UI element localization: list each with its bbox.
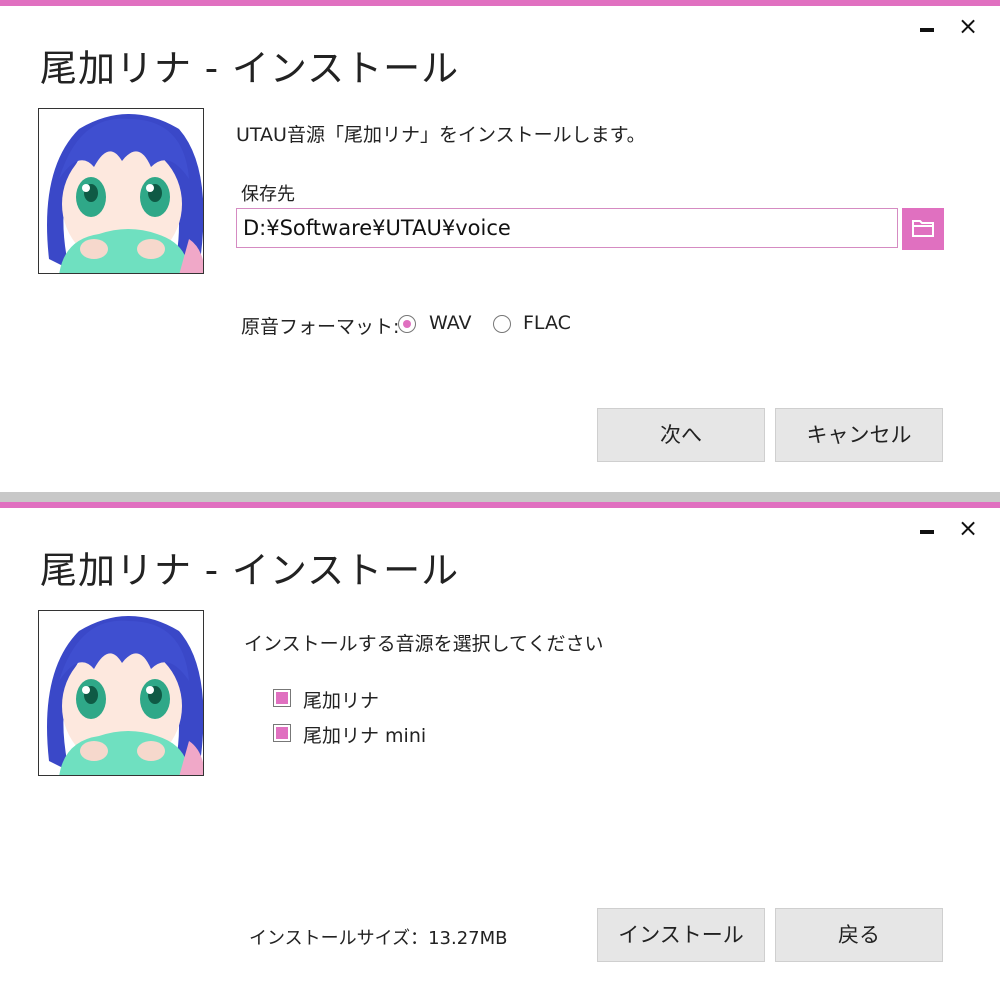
install-size-label: インストールサイズ：13.27MB xyxy=(249,928,508,949)
installer-window-step2: 尾加リナ - インストール × インストールする音源を選択してください 尾加リナ… xyxy=(0,502,1000,1000)
voicebank-label-rina-mini[interactable]: 尾加リナ mini xyxy=(303,721,426,748)
character-avatar xyxy=(38,610,204,776)
voicebank-checkbox-rina-mini[interactable] xyxy=(273,724,291,742)
install-button[interactable]: インストール xyxy=(597,908,765,962)
window-title: 尾加リナ - インストール xyxy=(40,549,460,592)
close-icon[interactable]: × xyxy=(956,10,980,42)
cancel-button[interactable]: キャンセル xyxy=(775,408,943,462)
back-button[interactable]: 戻る xyxy=(775,908,943,962)
wav-option-label[interactable]: WAV xyxy=(429,312,472,334)
flac-option-label[interactable]: FLAC xyxy=(523,312,571,334)
minimize-icon[interactable] xyxy=(920,28,934,32)
voicebank-checkbox-rina[interactable] xyxy=(273,689,291,707)
format-label: 原音フォーマット: xyxy=(241,316,400,338)
save-location-label: 保存先 xyxy=(241,184,295,205)
installer-window-step1: 尾加リナ - インストール × UTAU音源「尾加リナ」をインストールします。 xyxy=(0,0,1000,492)
folder-icon xyxy=(912,220,934,237)
browse-folder-button[interactable] xyxy=(902,208,944,250)
flac-radio[interactable] xyxy=(493,315,511,333)
close-icon[interactable]: × xyxy=(956,512,980,544)
wav-radio[interactable] xyxy=(398,315,416,333)
window-title: 尾加リナ - インストール xyxy=(40,47,460,90)
next-button[interactable]: 次へ xyxy=(597,408,765,462)
install-description: UTAU音源「尾加リナ」をインストールします。 xyxy=(236,124,646,146)
select-instruction: インストールする音源を選択してください xyxy=(244,633,604,655)
minimize-icon[interactable] xyxy=(920,530,934,534)
character-avatar xyxy=(38,108,204,274)
voicebank-label-rina[interactable]: 尾加リナ xyxy=(303,686,379,713)
save-path-input[interactable] xyxy=(236,208,898,248)
